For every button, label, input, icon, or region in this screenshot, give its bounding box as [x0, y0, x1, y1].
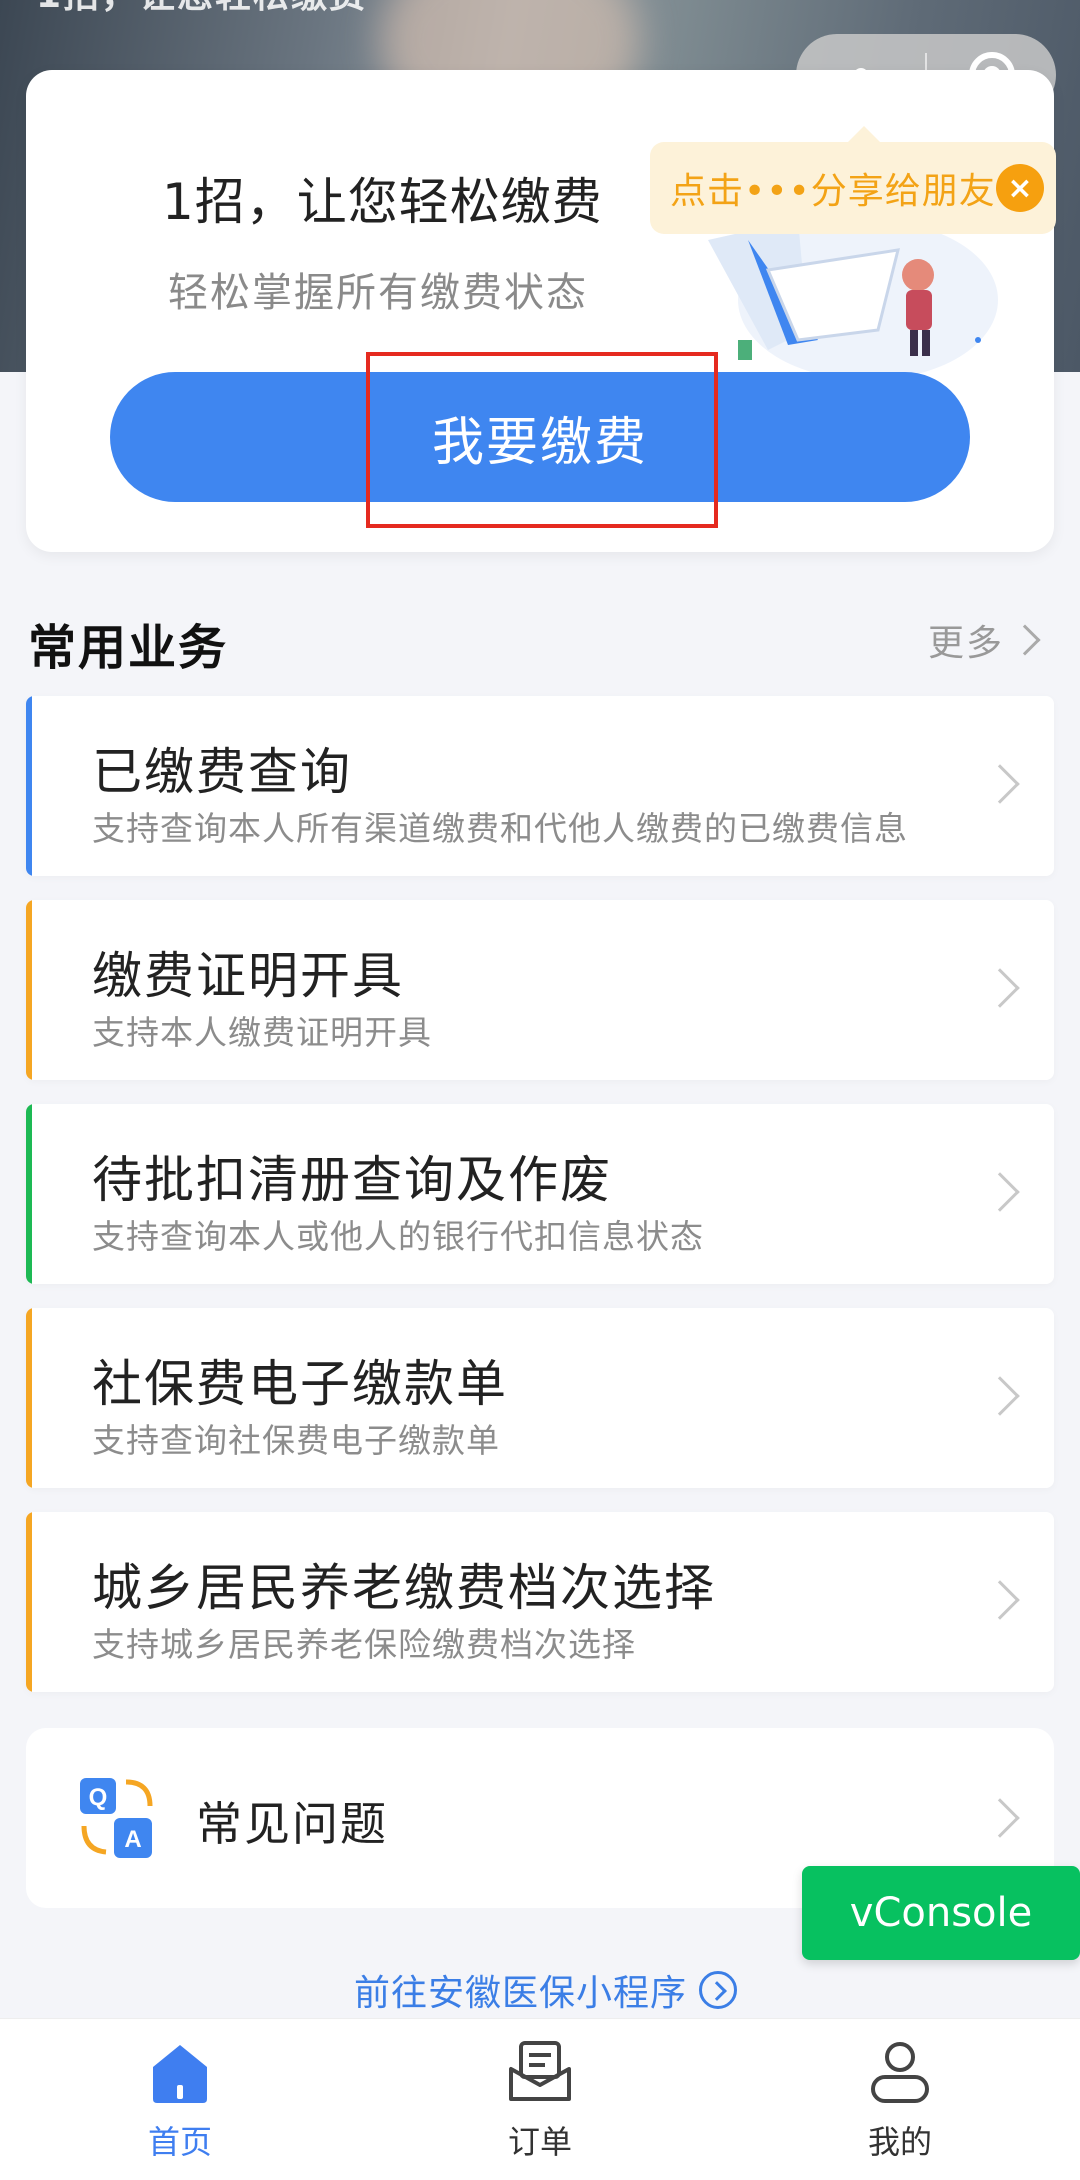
chevron-right-icon: [1009, 624, 1041, 656]
vconsole-button[interactable]: vConsole: [802, 1866, 1080, 1960]
qa-icon-q: Q: [89, 1784, 108, 1811]
chevron-right-icon: [980, 968, 1020, 1008]
service-title: 社保费电子缴款单: [92, 1355, 508, 1413]
accent-bar: [26, 1104, 32, 1284]
pay-button[interactable]: 我要缴费: [110, 372, 970, 502]
tab-mine[interactable]: 我的: [800, 2037, 1000, 2167]
chevron-right-icon: [980, 764, 1020, 804]
service-title: 待批扣清册查询及作废: [92, 1151, 612, 1209]
tab-label: 我的: [867, 2123, 932, 2161]
hero-title: 1招，让您轻松缴费: [162, 173, 603, 231]
service-title: 已缴费查询: [92, 743, 352, 801]
chevron-right-icon: [980, 1172, 1020, 1212]
tab-label: 订单: [507, 2123, 572, 2161]
order-icon: [509, 2041, 571, 2101]
share-tooltip: 点击•••分享给朋友 ×: [650, 126, 1056, 234]
service-card-social-security-slip[interactable]: 社保费电子缴款单 支持查询社保费电子缴款单: [26, 1308, 1054, 1488]
qa-icon-a: A: [124, 1826, 141, 1853]
service-title: 城乡居民养老缴费档次选择: [92, 1559, 716, 1617]
service-title: 缴费证明开具: [92, 947, 404, 1005]
link-text: 前往安徽医保小程序: [354, 1973, 688, 2014]
chevron-right-icon: [980, 1580, 1020, 1620]
circle-arrow-right-icon: [699, 1971, 738, 2009]
anhui-medical-link[interactable]: 前往安徽医保小程序: [354, 1964, 738, 2016]
accent-bar: [26, 900, 32, 1080]
service-desc: 支持查询社保费电子缴款单: [92, 1421, 500, 1460]
share-tooltip-text: 点击•••分享给朋友: [670, 171, 996, 212]
service-card-pending-deduction[interactable]: 待批扣清册查询及作废 支持查询本人或他人的银行代扣信息状态: [26, 1104, 1054, 1284]
close-icon[interactable]: ×: [996, 164, 1044, 212]
accent-bar: [26, 1512, 32, 1692]
accent-bar: [26, 696, 32, 876]
service-desc: 支持本人缴费证明开具: [92, 1013, 432, 1052]
hero-subtitle: 轻松掌握所有缴费状态: [168, 270, 588, 316]
qa-icon: Q A: [80, 1778, 153, 1858]
section-title-common-services: 常用业务: [28, 620, 229, 676]
more-link[interactable]: 更多: [928, 614, 1041, 666]
tab-label: 首页: [147, 2123, 212, 2161]
faq-label: 常见问题: [196, 1797, 388, 1851]
accent-bar: [26, 1308, 32, 1488]
service-card-payment-certificate[interactable]: 缴费证明开具 支持本人缴费证明开具: [26, 900, 1054, 1080]
tab-home[interactable]: 首页: [80, 2037, 280, 2167]
service-desc: 支持查询本人或他人的银行代扣信息状态: [92, 1217, 704, 1256]
user-icon: [871, 2042, 929, 2103]
service-card-paid-query[interactable]: 已缴费查询 支持查询本人所有渠道缴费和代他人缴费的已缴费信息: [26, 696, 1054, 876]
service-card-pension-level[interactable]: 城乡居民养老缴费档次选择 支持城乡居民养老保险缴费档次选择: [26, 1512, 1054, 1692]
banner-slogan: 1招，让您轻松缴费: [36, 0, 367, 18]
service-desc: 支持查询本人所有渠道缴费和代他人缴费的已缴费信息: [92, 809, 908, 848]
more-label: 更多: [928, 623, 1005, 664]
tab-orders[interactable]: 订单: [440, 2037, 640, 2167]
home-icon: [153, 2045, 207, 2103]
bottom-tab-bar: 首页 订单 我的: [0, 2018, 1080, 2180]
chevron-right-icon: [980, 1798, 1020, 1838]
chevron-right-icon: [980, 1376, 1020, 1416]
service-desc: 支持城乡居民养老保险缴费档次选择: [92, 1625, 636, 1664]
